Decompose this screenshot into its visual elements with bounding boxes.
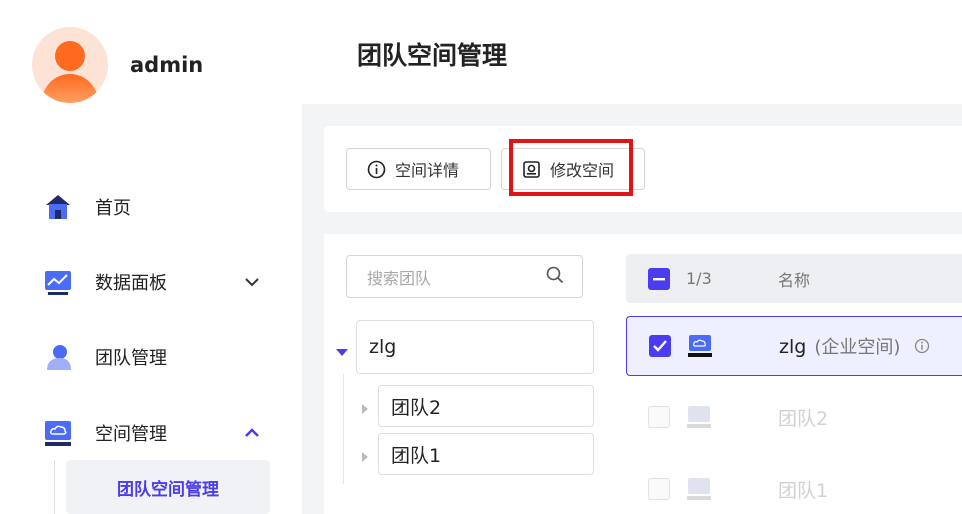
table-row[interactable]: 团队1 bbox=[626, 459, 962, 514]
caret-down-icon[interactable] bbox=[336, 342, 348, 356]
tree-node-root[interactable]: zlg bbox=[356, 320, 594, 374]
sidebar-item-label: 空间管理 bbox=[95, 424, 167, 445]
row-checkbox[interactable] bbox=[649, 335, 671, 357]
sidebar-item-dashboard[interactable]: 数据面板 bbox=[44, 262, 259, 302]
sidebar-item-home[interactable]: 首页 bbox=[44, 187, 259, 227]
search-icon[interactable] bbox=[546, 266, 564, 288]
tree-node-label: zlg bbox=[369, 336, 397, 358]
sidebar-item-label: 首页 bbox=[95, 198, 131, 219]
space-type-tag: (企业空间) bbox=[814, 337, 901, 358]
space-table-panel: 1/3 名称 zlg (企业空间) 团队2 团队1 bbox=[606, 234, 962, 514]
team-icon bbox=[44, 343, 72, 371]
username: admin bbox=[130, 53, 204, 77]
column-header-name: 名称 bbox=[778, 270, 811, 290]
sidebar-item-team[interactable]: 团队管理 bbox=[44, 337, 259, 377]
avatar[interactable] bbox=[32, 27, 108, 103]
row-checkbox[interactable] bbox=[648, 478, 670, 500]
table-row[interactable]: zlg (企业空间) bbox=[626, 316, 962, 376]
space-icon bbox=[687, 333, 713, 359]
chevron-down-icon[interactable] bbox=[245, 275, 259, 289]
tree-node-label: 团队1 bbox=[391, 444, 442, 467]
row-checkbox[interactable] bbox=[648, 406, 670, 428]
tree-node-child[interactable]: 团队2 bbox=[378, 385, 594, 427]
space-icon bbox=[686, 476, 712, 502]
tree-node-child[interactable]: 团队1 bbox=[378, 433, 594, 475]
submenu-line bbox=[54, 460, 55, 514]
caret-right-icon[interactable] bbox=[361, 400, 369, 414]
space-name: zlg (企业空间) bbox=[779, 333, 930, 359]
page-title: 团队空间管理 bbox=[357, 41, 508, 70]
sidebar-item-label: 团队管理 bbox=[95, 348, 167, 369]
space-name-text: zlg bbox=[779, 336, 807, 358]
toolbar: 空间详情 修改空间 bbox=[324, 126, 962, 212]
chart-icon bbox=[44, 268, 72, 296]
team-tree-panel: 搜索团队 zlg 团队2 团队1 bbox=[324, 234, 606, 514]
user-profile[interactable]: admin bbox=[32, 27, 203, 103]
page-header: 团队空间管理 bbox=[302, 0, 962, 104]
info-icon[interactable] bbox=[914, 338, 930, 354]
chevron-up-icon[interactable] bbox=[245, 426, 259, 440]
sidebar-item-space[interactable]: 空间管理 bbox=[44, 413, 259, 453]
sidebar-subitem-label: 团队空间管理 bbox=[117, 479, 219, 500]
space-name: 团队1 bbox=[778, 479, 829, 502]
table-header: 1/3 名称 bbox=[626, 254, 962, 303]
selection-count: 1/3 bbox=[686, 269, 712, 288]
select-all-checkbox[interactable] bbox=[648, 267, 670, 290]
search-team-field[interactable]: 搜索团队 bbox=[346, 255, 583, 298]
space-details-label: 空间详情 bbox=[395, 161, 460, 180]
sidebar-subitem-team-space[interactable]: 团队空间管理 bbox=[66, 460, 270, 514]
highlight-box bbox=[509, 139, 633, 196]
space-icon bbox=[686, 404, 712, 430]
space-details-button[interactable]: 空间详情 bbox=[346, 148, 491, 190]
home-icon bbox=[44, 193, 72, 221]
space-name: 团队2 bbox=[778, 407, 829, 430]
sidebar-item-label: 数据面板 bbox=[95, 273, 167, 294]
caret-right-icon[interactable] bbox=[361, 448, 369, 462]
tree-guide-line bbox=[343, 374, 344, 484]
tree-node-label: 团队2 bbox=[391, 396, 442, 419]
cloud-storage-icon bbox=[44, 419, 72, 447]
table-row[interactable]: 团队2 bbox=[626, 387, 962, 447]
search-placeholder: 搜索团队 bbox=[367, 268, 432, 288]
sidebar: admin 首页 数据面板 团队管理 空间管理 团队空间管理 bbox=[0, 0, 302, 514]
info-icon bbox=[367, 160, 386, 179]
